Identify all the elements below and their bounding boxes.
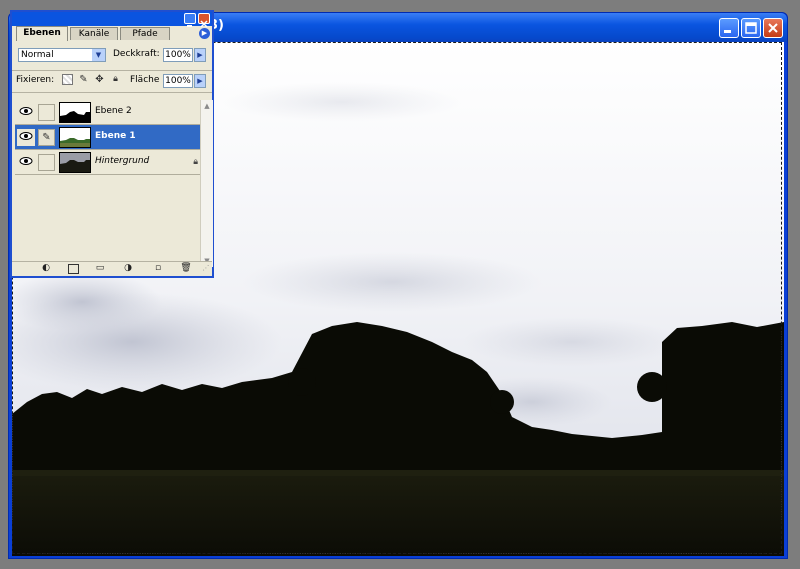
layer-mask-icon[interactable] bbox=[68, 264, 79, 274]
opacity-input[interactable]: 100% bbox=[163, 48, 193, 62]
eye-icon[interactable] bbox=[17, 129, 35, 146]
brush-icon[interactable]: ✎ bbox=[38, 129, 55, 146]
opacity-label: Deckkraft: bbox=[113, 49, 160, 59]
layer-row-hintergrund[interactable]: Hintergrund 🔒︎ bbox=[15, 150, 200, 175]
minimize-icon bbox=[724, 30, 731, 33]
layer-thumbnail bbox=[59, 102, 91, 123]
layer-name: Ebene 1 bbox=[95, 131, 136, 141]
blend-row: Normal ▼ Deckkraft: 100% ▶ bbox=[16, 46, 208, 64]
layer-row-ebene-1[interactable]: ✎ Ebene 1 bbox=[15, 125, 200, 150]
palette-bottom-bar: ◐ ▭ ◑ ▫ 🗑︎ ⋰ bbox=[12, 261, 212, 276]
triangle-right-icon: ▶ bbox=[197, 51, 203, 59]
triangle-right-icon: ▶ bbox=[201, 29, 208, 37]
fill-input[interactable]: 100% bbox=[163, 74, 193, 88]
close-button[interactable] bbox=[763, 18, 783, 38]
maximize-button[interactable] bbox=[741, 18, 761, 38]
lock-pixels-icon[interactable]: ✎ bbox=[78, 74, 89, 85]
layer-name: Hintergrund bbox=[95, 156, 150, 166]
palette-titlebar[interactable] bbox=[12, 12, 212, 28]
palette-minimize-button[interactable] bbox=[184, 13, 196, 27]
adjustment-layer-icon[interactable]: ◑ bbox=[122, 263, 134, 274]
palette-menu-button[interactable]: ▶ bbox=[199, 28, 210, 39]
blend-mode-value: Normal bbox=[21, 50, 54, 60]
layer-style-icon[interactable]: ◐ bbox=[40, 263, 52, 274]
tab-ebenen[interactable]: Ebenen bbox=[16, 26, 68, 41]
layer-thumbnail bbox=[59, 152, 91, 173]
resize-grip-icon[interactable]: ⋰ bbox=[200, 263, 212, 274]
palette-close-button[interactable] bbox=[198, 13, 210, 28]
fill-slider-button[interactable]: ▶ bbox=[194, 74, 206, 88]
eye-icon[interactable] bbox=[17, 154, 35, 171]
minimize-button[interactable] bbox=[719, 18, 739, 38]
layers-list: Ebene 2 ✎ Ebene 1 Hintergrund 🔒︎ bbox=[15, 100, 200, 265]
close-icon bbox=[768, 23, 778, 33]
layer-link-box[interactable] bbox=[38, 154, 55, 171]
layers-palette: Ebenen Kanäle Pfade ▶ Normal ▼ Deckkraft… bbox=[10, 10, 214, 278]
scroll-up-icon[interactable]: ▲ bbox=[201, 100, 213, 112]
lock-all-icon[interactable]: 🔒︎ bbox=[110, 74, 121, 85]
new-group-icon[interactable]: ▭ bbox=[94, 263, 106, 274]
lock-icon: 🔒︎ bbox=[193, 157, 198, 167]
layer-name: Ebene 2 bbox=[95, 106, 132, 116]
trash-icon[interactable]: 🗑︎ bbox=[180, 263, 192, 274]
new-layer-icon[interactable]: ▫ bbox=[152, 263, 164, 274]
tab-kanaele[interactable]: Kanäle bbox=[70, 27, 118, 40]
eye-icon[interactable] bbox=[17, 104, 35, 121]
lock-transparency-icon[interactable] bbox=[62, 74, 73, 85]
palette-tabs: Ebenen Kanäle Pfade ▶ bbox=[12, 26, 212, 41]
layers-scrollbar[interactable]: ▲ ▼ bbox=[200, 100, 213, 267]
layer-thumbnail bbox=[59, 127, 91, 148]
divider bbox=[12, 92, 212, 93]
blend-mode-select[interactable]: Normal ▼ bbox=[18, 48, 106, 62]
layer-row-ebene-2[interactable]: Ebene 2 bbox=[15, 100, 200, 125]
lock-position-icon[interactable]: ✥ bbox=[94, 74, 105, 85]
chevron-down-icon: ▼ bbox=[92, 49, 105, 61]
lock-label: Fixieren: bbox=[16, 75, 55, 85]
layer-link-box[interactable] bbox=[38, 104, 55, 121]
opacity-slider-button[interactable]: ▶ bbox=[194, 48, 206, 62]
maximize-icon bbox=[745, 22, 757, 34]
fill-label: Fläche bbox=[130, 75, 160, 85]
lock-row: Fixieren: ✎ ✥ 🔒︎ Fläche 100% ▶ bbox=[16, 71, 208, 89]
tab-pfade[interactable]: Pfade bbox=[120, 27, 170, 40]
triangle-right-icon: ▶ bbox=[197, 77, 203, 85]
